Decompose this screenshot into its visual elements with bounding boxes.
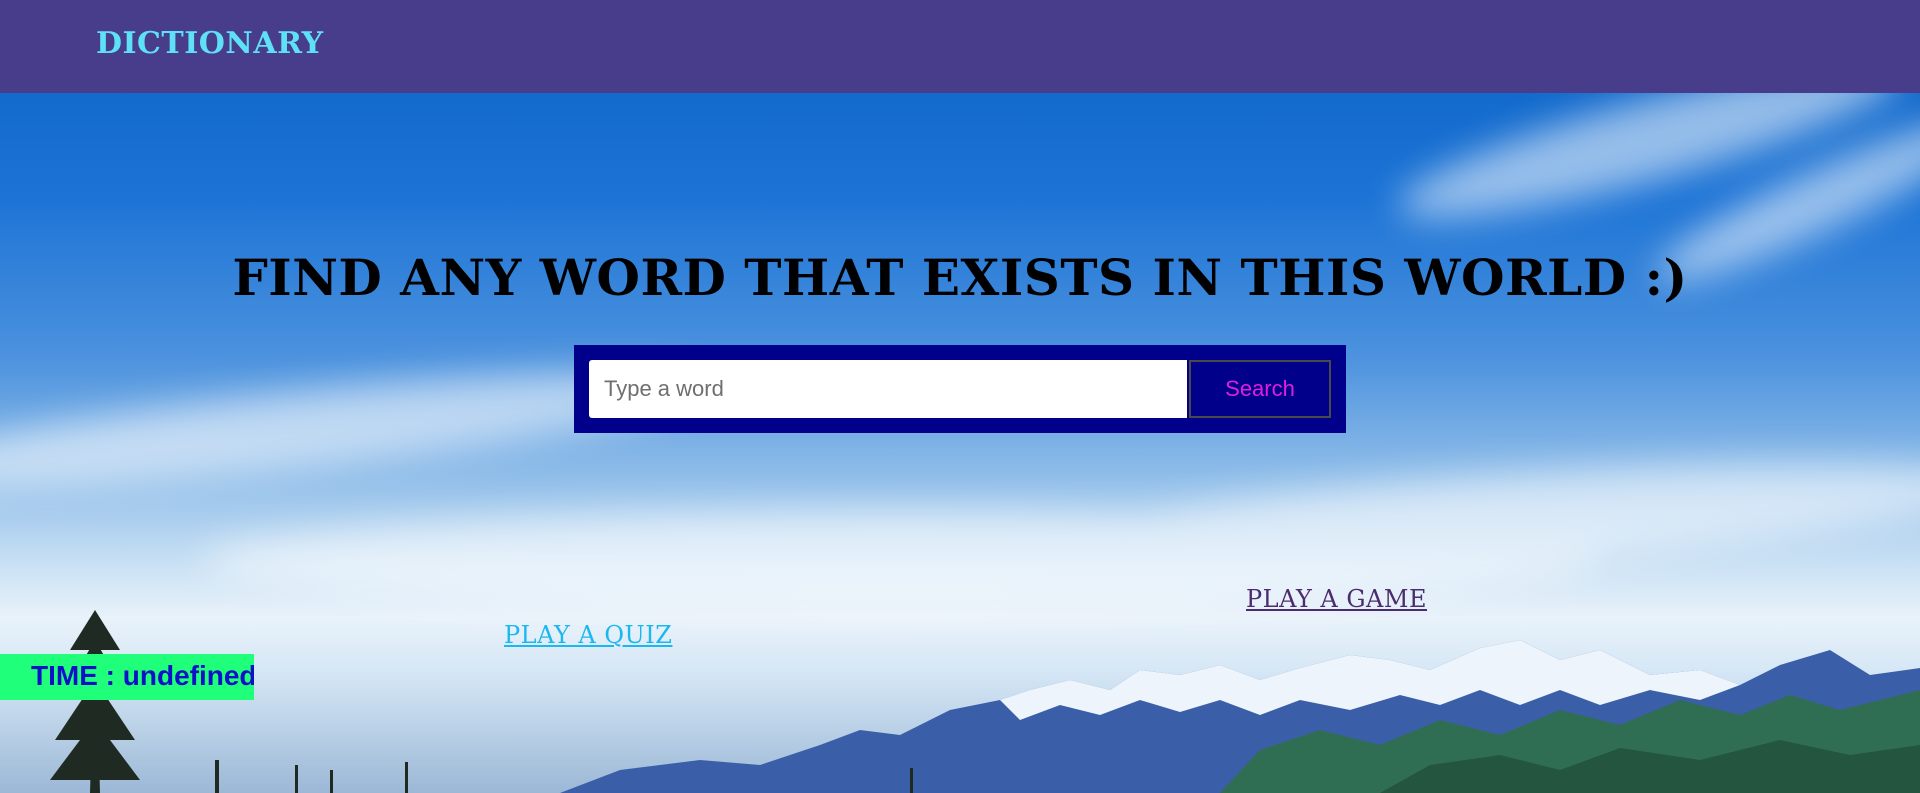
word-search-input[interactable] bbox=[589, 360, 1187, 418]
search-form: Search bbox=[574, 345, 1346, 433]
timer-text: TIME : undefined bbox=[31, 660, 254, 691]
page-headline: FIND ANY WORD THAT EXISTS IN THIS WORLD … bbox=[232, 248, 1688, 307]
timer-display: TIME : undefined bbox=[0, 654, 254, 700]
brand-logo-link[interactable]: DICTIONARY bbox=[96, 26, 324, 61]
play-game-link[interactable]: PLAY A GAME bbox=[1246, 585, 1427, 613]
search-button[interactable]: Search bbox=[1189, 360, 1331, 418]
top-navbar: DICTIONARY bbox=[0, 0, 1920, 93]
play-quiz-link[interactable]: PLAY A QUIZ bbox=[504, 621, 672, 649]
